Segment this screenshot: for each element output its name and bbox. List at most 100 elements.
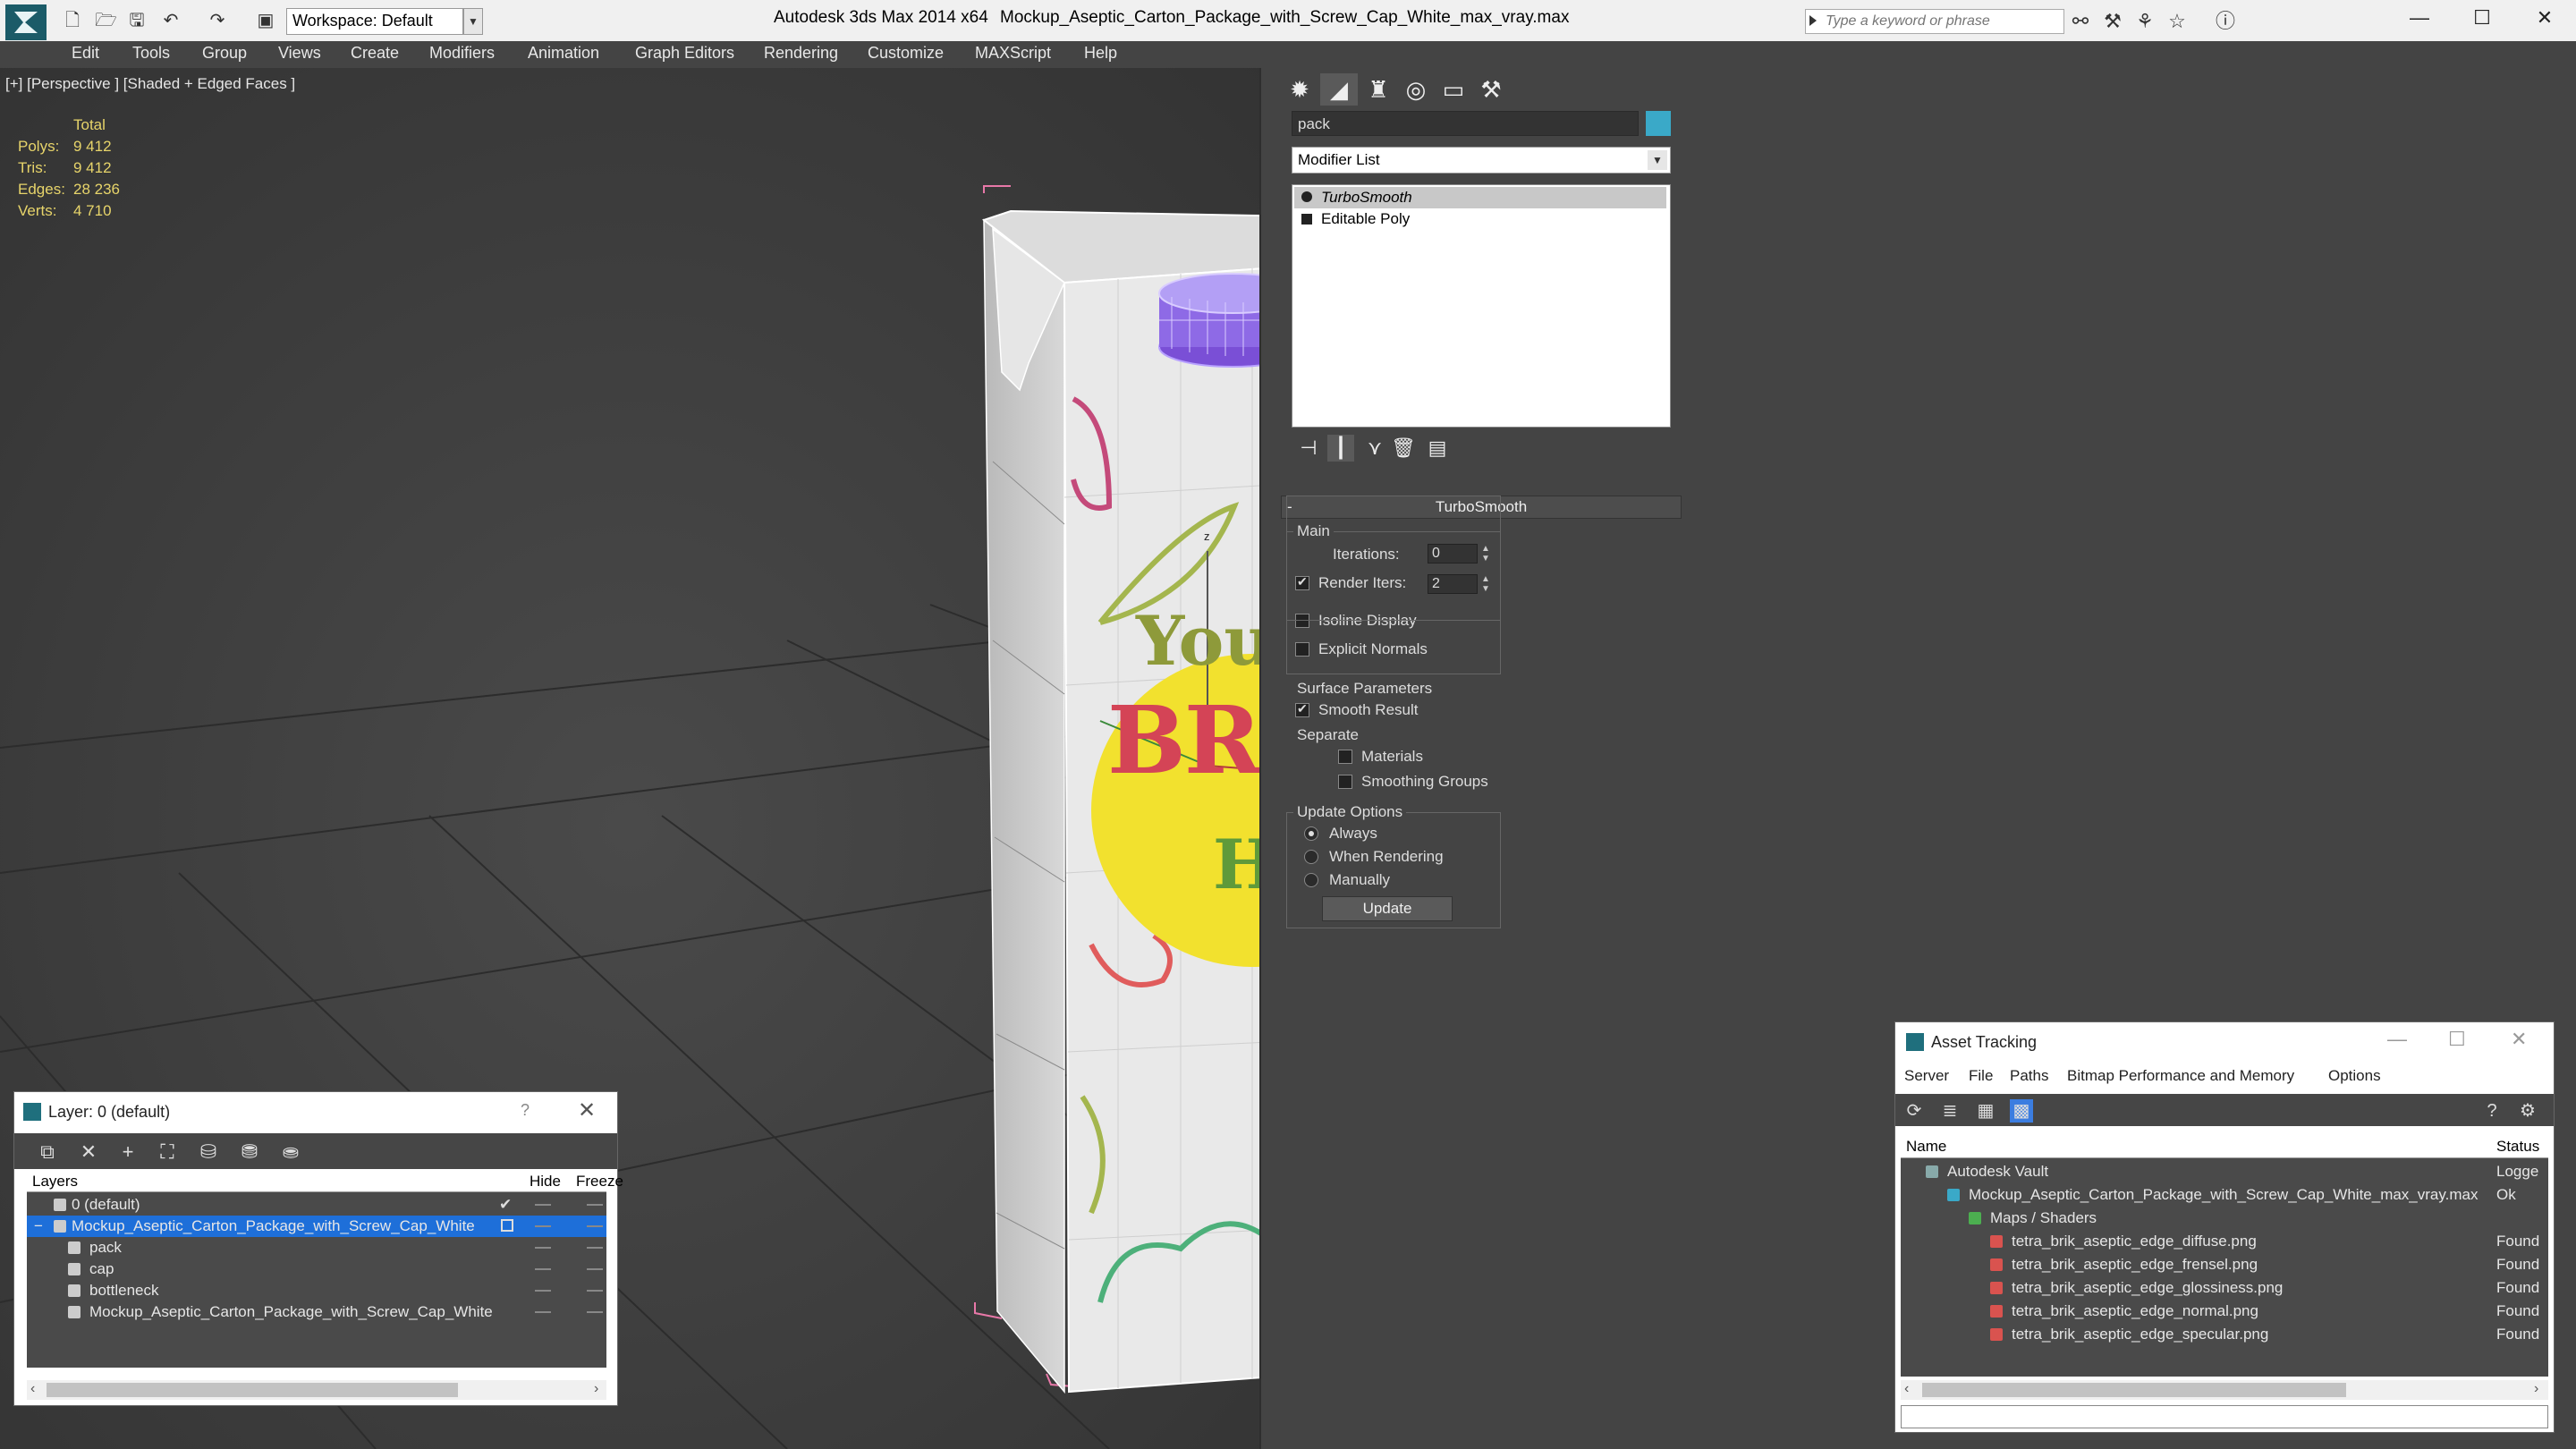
menu-rendering[interactable]: Rendering [764, 44, 838, 63]
menu-group[interactable]: Group [202, 44, 247, 63]
new-layer-icon[interactable]: ⧉ [36, 1140, 59, 1164]
menu-paths[interactable]: Paths [2010, 1067, 2048, 1085]
menu-options[interactable]: Options [2328, 1067, 2381, 1085]
scroll-left-icon[interactable]: ‹ [30, 1381, 35, 1397]
viewport-label[interactable]: [+] [Perspective ] [Shaded + Edged Faces… [5, 75, 295, 93]
tools-icon[interactable]: ⚒ [2100, 9, 2125, 34]
object-name-field[interactable]: pack [1292, 111, 1639, 136]
horizontal-scrollbar[interactable]: ‹ › [1901, 1380, 2548, 1400]
maximize-button[interactable]: ☐ [2448, 1028, 2466, 1051]
hierarchy-tab-icon[interactable]: ♜ [1360, 73, 1397, 106]
layer-row-selected[interactable]: − Mockup_Aseptic_Carton_Package_with_Scr… [27, 1216, 606, 1237]
undo-icon[interactable]: ↶ [161, 11, 181, 30]
menu-modifiers[interactable]: Modifiers [429, 44, 495, 63]
new-file-icon[interactable]: 🗋 [63, 11, 82, 30]
select-in-layer-icon[interactable]: ⛶ [156, 1140, 179, 1164]
maximize-button[interactable]: ☐ [2451, 0, 2513, 36]
display-tab-icon[interactable]: ▭ [1435, 73, 1472, 106]
asset-row[interactable]: Maps / Shaders [1901, 1207, 2548, 1230]
layer-object-row[interactable]: pack [27, 1237, 606, 1258]
minimize-button[interactable]: — [2387, 1028, 2407, 1051]
layer-object-row[interactable]: cap [27, 1258, 606, 1280]
search-arrow-icon[interactable] [1809, 15, 1817, 26]
menu-server[interactable]: Server [1904, 1067, 1949, 1085]
menu-animation[interactable]: Animation [528, 44, 599, 63]
modify-tab-icon[interactable]: ◢ [1320, 73, 1358, 106]
make-unique-icon[interactable]: ⋎ [1361, 435, 1388, 462]
close-button[interactable]: ✕ [2513, 0, 2576, 36]
update-button[interactable]: Update [1322, 896, 1453, 921]
create-tab-icon[interactable]: ✹ [1281, 73, 1318, 106]
carton-side[interactable] [983, 218, 1065, 1394]
close-button[interactable]: ✕ [2511, 1028, 2527, 1051]
table-view-icon[interactable]: ▦ [1974, 1099, 1997, 1123]
chevron-down-icon[interactable]: ▼ [1648, 150, 1667, 170]
expand-icon[interactable] [1301, 214, 1312, 225]
app-logo-icon[interactable] [5, 4, 47, 40]
lightbulb-icon[interactable] [1301, 191, 1312, 202]
layer-object-row[interactable]: bottleneck [27, 1280, 606, 1301]
object-color-swatch[interactable] [1646, 111, 1671, 136]
layer-row[interactable]: 0 (default) ✔ [27, 1194, 606, 1216]
smooth-result-checkbox[interactable] [1295, 701, 1309, 717]
freeze-column-header[interactable]: Freeze [576, 1173, 623, 1191]
menu-graph-editors[interactable]: Graph Editors [635, 44, 734, 63]
menu-file[interactable]: File [1969, 1067, 1993, 1085]
add-to-layer-icon[interactable]: + [116, 1140, 140, 1164]
menu-create[interactable]: Create [351, 44, 399, 63]
close-button[interactable]: ✕ [578, 1097, 596, 1123]
hide-column-header[interactable]: Hide [530, 1173, 561, 1191]
help-icon[interactable]: ? [2480, 1099, 2504, 1123]
current-layer-box-icon[interactable] [501, 1219, 513, 1232]
asset-row[interactable]: tetra_brik_aseptic_edge_diffuse.png Foun… [1901, 1230, 2548, 1253]
remove-modifier-icon[interactable]: 🗑 [1390, 435, 1417, 462]
binoculars-icon[interactable]: ⚯ [2068, 9, 2093, 34]
asset-row[interactable]: tetra_brik_aseptic_edge_normal.png Found [1901, 1300, 2548, 1323]
grid-view-icon[interactable]: ▩ [2010, 1099, 2033, 1123]
name-column-header[interactable]: Name [1906, 1138, 1946, 1156]
menu-customize[interactable]: Customize [868, 44, 944, 63]
when-rendering-radio[interactable] [1304, 850, 1318, 864]
horizontal-scrollbar[interactable]: ‹ › [27, 1380, 606, 1400]
modifier-list-dropdown[interactable]: Modifier List [1292, 147, 1671, 174]
smoothing-groups-checkbox[interactable] [1338, 775, 1352, 789]
refresh-icon[interactable]: ⟳ [1902, 1099, 1926, 1123]
minimize-button[interactable]: — [2388, 0, 2451, 36]
menu-bitmap-performance[interactable]: Bitmap Performance and Memory [2067, 1067, 2294, 1085]
asset-status-field[interactable] [1901, 1405, 2548, 1428]
scrollbar-thumb[interactable] [1922, 1383, 2346, 1397]
list-view-icon[interactable]: ≣ [1938, 1099, 1962, 1123]
asset-row[interactable]: Mockup_Aseptic_Carton_Package_with_Screw… [1901, 1183, 2548, 1207]
search-input[interactable] [1824, 13, 2058, 30]
scrollbar-thumb[interactable] [47, 1383, 458, 1397]
help-icon[interactable]: ⓘ [2213, 9, 2238, 34]
save-file-icon[interactable]: 🖫 [127, 11, 147, 30]
materials-checkbox[interactable] [1338, 750, 1352, 764]
menu-maxscript[interactable]: MAXScript [975, 44, 1051, 63]
configure-sets-icon[interactable]: ▤ [1424, 435, 1451, 462]
scroll-right-icon[interactable]: › [2534, 1381, 2538, 1397]
show-end-result-icon[interactable]: ┃ [1327, 435, 1354, 462]
workspace-dropdown[interactable]: Workspace: Default [286, 8, 463, 35]
highlight-layer-icon[interactable]: ⛁ [197, 1140, 220, 1164]
asset-row[interactable]: tetra_brik_aseptic_edge_frensel.png Foun… [1901, 1253, 2548, 1276]
scroll-left-icon[interactable]: ‹ [1904, 1381, 1909, 1397]
collapse-icon[interactable]: − [34, 1216, 43, 1237]
stack-item-editable-poly[interactable]: Editable Poly [1294, 208, 1666, 230]
always-radio[interactable] [1304, 826, 1318, 841]
asset-row[interactable]: tetra_brik_aseptic_edge_glossiness.png F… [1901, 1276, 2548, 1300]
menu-help[interactable]: Help [1084, 44, 1117, 63]
status-column-header[interactable]: Status [2496, 1138, 2539, 1156]
search-box[interactable] [1805, 9, 2064, 34]
manually-radio[interactable] [1304, 873, 1318, 887]
motion-tab-icon[interactable]: ◎ [1397, 73, 1435, 106]
settings-icon[interactable]: ⚙ [2516, 1099, 2539, 1123]
freeze-all-icon[interactable]: ⛂ [279, 1140, 302, 1164]
project-folder-icon[interactable]: ▣ [256, 11, 275, 30]
hide-all-icon[interactable]: ⛃ [238, 1140, 261, 1164]
pin-stack-icon[interactable]: ⊣ [1295, 435, 1322, 462]
explicit-normals-checkbox[interactable] [1295, 642, 1309, 657]
asset-row[interactable]: Autodesk Vault Logge [1901, 1160, 2548, 1183]
help-button[interactable]: ? [521, 1101, 530, 1120]
chevron-down-icon[interactable]: ▼ [463, 8, 483, 35]
